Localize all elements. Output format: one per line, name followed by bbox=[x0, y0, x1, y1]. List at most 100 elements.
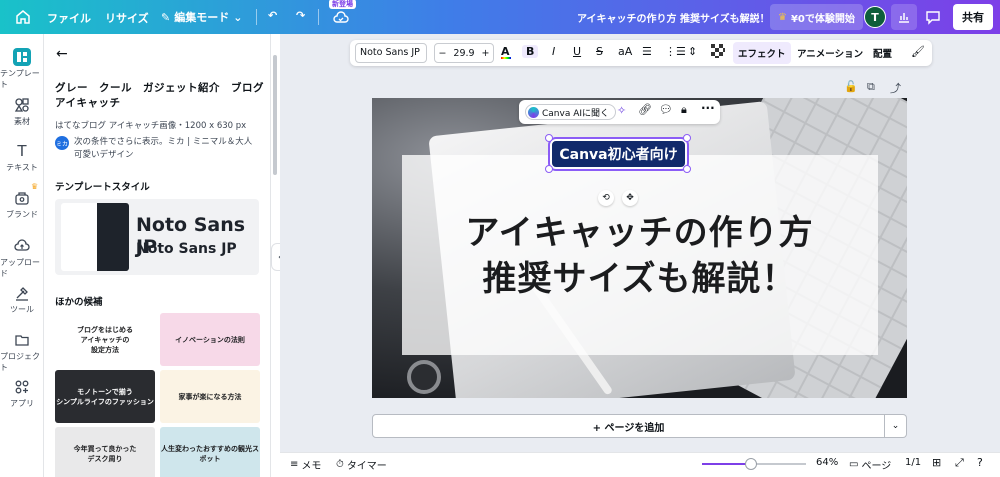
letter-case-button[interactable]: aA bbox=[618, 45, 632, 58]
font-size-value[interactable]: 29.9 bbox=[453, 48, 474, 59]
edit-mode-label: 編集モード bbox=[174, 11, 230, 24]
author-text: 次の条件でさらに表示。ミカ | ミニマル＆大人可愛いデザイン bbox=[74, 137, 253, 160]
resize-handle[interactable] bbox=[545, 165, 553, 173]
file-menu[interactable]: ファイル bbox=[47, 10, 91, 26]
font-preview-small: Noto Sans JP bbox=[136, 241, 237, 257]
rail-item-uploads[interactable]: アップロード bbox=[0, 237, 44, 279]
duplicate-icon[interactable]: ⧉ bbox=[867, 80, 875, 94]
font-size-increase[interactable]: + bbox=[482, 48, 490, 59]
timer-label: タイマー bbox=[346, 461, 387, 472]
panel-scrollbar[interactable] bbox=[273, 55, 277, 175]
text-icon: T bbox=[17, 142, 27, 160]
chevron-down-icon[interactable]: ⌄ bbox=[885, 414, 907, 438]
ask-canva-ai-button[interactable]: Canva AIに聞く bbox=[525, 104, 617, 120]
link-icon[interactable]: 🔗︎ bbox=[638, 103, 652, 116]
template-thumbnail[interactable]: 人生変わったおすすめの観光スポット bbox=[160, 427, 260, 477]
undo-icon[interactable]: ↶ bbox=[268, 9, 277, 22]
cloud-save-icon[interactable] bbox=[332, 8, 350, 29]
resize-handle[interactable] bbox=[545, 134, 553, 142]
edit-mode-dropdown[interactable]: ✎ 編集モード ⌄ bbox=[161, 9, 242, 25]
rotate-icon[interactable]: ⟲ bbox=[598, 190, 614, 206]
side-rail: テンプレート 素材 T テキスト ♛ ブランド アップロード ツール プロジェク… bbox=[0, 34, 44, 477]
template-style-card[interactable]: Noto Sans JP Noto Sans JP bbox=[55, 199, 259, 275]
animation-button[interactable]: アニメーション bbox=[797, 46, 863, 60]
strikethrough-button[interactable]: S bbox=[596, 45, 603, 58]
lock-icon[interactable]: 🔓 bbox=[844, 80, 858, 93]
home-icon[interactable] bbox=[14, 8, 32, 26]
template-detail-panel: ← グレー クール ガジェット紹介 ブログ アイキャッチ はてなブログ アイキャ… bbox=[44, 34, 271, 477]
grid-view-icon[interactable]: ⊞ bbox=[932, 456, 941, 469]
document-title[interactable]: アイキャッチの作り方 推奨サイズも解説！ bbox=[577, 10, 770, 25]
rail-item-projects[interactable]: プロジェクト bbox=[0, 331, 44, 373]
bold-button[interactable]: B bbox=[522, 45, 539, 58]
text-color-icon[interactable]: A bbox=[501, 45, 511, 59]
author-info[interactable]: ミカ 次の条件でさらに表示。ミカ | ミニマル＆大人可愛いデザイン bbox=[55, 136, 254, 162]
magic-edit-icon[interactable]: ✧ bbox=[617, 104, 626, 117]
insights-icon[interactable] bbox=[891, 4, 917, 30]
rail-label: アップロード bbox=[0, 258, 40, 278]
comment-add-icon[interactable]: 💬︎ bbox=[659, 103, 673, 116]
notes-button[interactable]: ≡ メモ bbox=[290, 457, 321, 472]
share-button[interactable]: 共有 bbox=[953, 4, 993, 30]
add-page-button[interactable]: + ページを追加 bbox=[372, 414, 885, 438]
zoom-level[interactable]: 64% bbox=[816, 457, 838, 468]
help-icon[interactable]: ? bbox=[977, 456, 983, 469]
rail-label: テンプレート bbox=[0, 69, 40, 89]
crown-icon: ♛ bbox=[778, 11, 787, 23]
spacing-icon[interactable]: ⇕ bbox=[688, 45, 697, 58]
more-options-icon[interactable]: ··· bbox=[701, 101, 715, 115]
italic-button[interactable]: I bbox=[552, 45, 555, 58]
timer-button[interactable]: ⏱ タイマー bbox=[336, 457, 387, 472]
template-thumbnail[interactable]: ブログをはじめる アイキャッチの 設定方法 bbox=[55, 313, 155, 366]
position-button[interactable]: 配置 bbox=[873, 46, 892, 60]
font-family-select[interactable]: Noto Sans JP bbox=[355, 43, 427, 63]
timer-icon: ⏱ bbox=[336, 459, 344, 470]
list-icon[interactable]: ⋮☰ bbox=[665, 45, 686, 58]
back-arrow-icon[interactable]: ← bbox=[56, 46, 68, 62]
pages-button[interactable]: ▭ ページ bbox=[849, 457, 891, 472]
resize-handle[interactable] bbox=[683, 134, 691, 142]
canva-ai-icon bbox=[528, 106, 539, 118]
pages-icon: ▭ bbox=[849, 459, 859, 470]
rail-item-text[interactable]: T テキスト bbox=[0, 142, 44, 173]
resize-handle[interactable] bbox=[683, 165, 691, 173]
avatar[interactable]: T bbox=[864, 6, 886, 28]
effects-button[interactable]: エフェクト bbox=[733, 42, 791, 64]
headline-line-2: 推奨サイズも解説！ bbox=[482, 259, 797, 299]
category-badge[interactable]: Canva初心者向け bbox=[548, 137, 689, 171]
comment-icon[interactable] bbox=[924, 8, 942, 29]
move-icon[interactable]: ✥ bbox=[622, 190, 638, 206]
font-size-decrease[interactable]: − bbox=[438, 48, 446, 59]
format-painter-icon[interactable]: 🖌 bbox=[911, 45, 925, 58]
template-thumbnail[interactable]: モノトーンで揃う シンプルライフのファッション bbox=[55, 370, 155, 423]
divider bbox=[318, 9, 319, 25]
lock-element-icon[interactable]: 🔒︎ bbox=[681, 103, 687, 117]
rail-item-elements[interactable]: 素材 bbox=[0, 96, 44, 127]
rail-item-brand[interactable]: ブランド bbox=[0, 189, 44, 220]
rail-item-apps[interactable]: アプリ bbox=[0, 378, 44, 409]
headline-text[interactable]: アイキャッチの作り方 推奨サイズも解説！ bbox=[372, 210, 907, 302]
trial-button[interactable]: ♛ ¥0で体験開始 bbox=[770, 4, 863, 30]
template-thumbnail[interactable]: 今年買って良かった デスク周り bbox=[55, 427, 155, 477]
transparency-icon[interactable] bbox=[711, 44, 725, 61]
zoom-slider-rest[interactable] bbox=[752, 463, 806, 465]
redo-icon[interactable]: ↷ bbox=[296, 9, 305, 22]
font-size-stepper[interactable]: − 29.9 + bbox=[434, 43, 494, 63]
template-thumbnail[interactable]: 家事が楽になる方法 bbox=[160, 370, 260, 423]
fullscreen-icon[interactable]: ⤢ bbox=[955, 456, 964, 470]
underline-button[interactable]: U bbox=[573, 45, 581, 58]
template-title: グレー クール ガジェット紹介 ブログ アイキャッチ bbox=[55, 82, 270, 109]
divider bbox=[256, 9, 257, 25]
style-heading: テンプレートスタイル bbox=[55, 182, 150, 193]
rail-item-templates[interactable]: テンプレート bbox=[0, 48, 44, 90]
resize-menu[interactable]: リサイズ bbox=[105, 10, 149, 26]
align-left-icon[interactable]: ☰ bbox=[642, 45, 652, 58]
projects-icon bbox=[13, 331, 31, 349]
add-page-icon[interactable]: ⤴ bbox=[890, 80, 901, 96]
elements-icon bbox=[13, 96, 31, 114]
rail-item-tools[interactable]: ツール bbox=[0, 284, 44, 315]
zoom-slider-handle[interactable] bbox=[744, 458, 757, 470]
template-thumbnail[interactable]: イノベーションの法則 bbox=[160, 313, 260, 366]
color-swatch-white bbox=[61, 203, 97, 271]
author-badge: ミカ bbox=[55, 136, 69, 150]
